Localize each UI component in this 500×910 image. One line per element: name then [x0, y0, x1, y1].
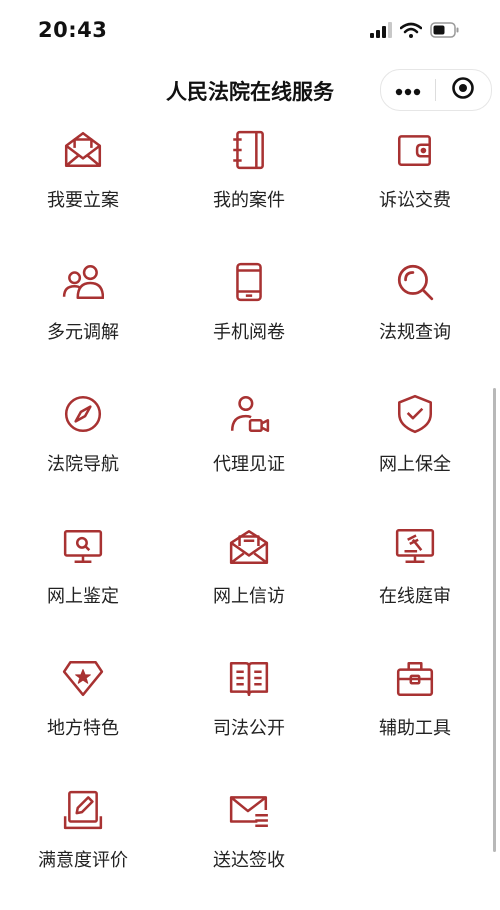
service-grid: 我要立案 我的案件 诉讼交费 多元调解 手机阅卷 法规查询 法院导航 代理见证 …	[0, 118, 500, 910]
service-label: 网上信访	[213, 586, 285, 607]
service-tile-online-trial[interactable]: 在线庭审	[332, 514, 498, 646]
toolbox-icon	[393, 656, 437, 700]
service-label: 司法公开	[213, 718, 285, 739]
more-button[interactable]	[381, 70, 435, 110]
service-tile-filing[interactable]: 我要立案	[0, 118, 166, 250]
close-button[interactable]	[436, 70, 490, 110]
service-label: 网上保全	[379, 454, 451, 475]
notebook-icon	[227, 128, 271, 172]
mini-program-capsule	[380, 69, 492, 111]
open-letter-icon	[227, 524, 271, 568]
search-icon	[393, 260, 437, 304]
service-tile-mobile-review[interactable]: 手机阅卷	[166, 250, 332, 382]
service-label: 满意度评价	[38, 850, 128, 871]
service-label: 在线庭审	[379, 586, 451, 607]
service-label: 代理见证	[213, 454, 285, 475]
status-bar: 20:43	[0, 0, 500, 60]
status-time: 20:43	[38, 18, 108, 42]
battery-icon	[430, 22, 460, 42]
service-tile-my-cases[interactable]: 我的案件	[166, 118, 332, 250]
scrollbar[interactable]	[493, 388, 496, 852]
service-tile-delivery-receipt[interactable]: 送达签收	[166, 778, 332, 910]
service-tile-agent-witness[interactable]: 代理见证	[166, 382, 332, 514]
service-tile-regulation-search[interactable]: 法规查询	[332, 250, 498, 382]
mobile-icon	[227, 260, 271, 304]
service-tile-local-features[interactable]: 地方特色	[0, 646, 166, 778]
shield-check-icon	[393, 392, 437, 436]
service-tile-payment[interactable]: 诉讼交费	[332, 118, 498, 250]
service-label: 法规查询	[379, 322, 451, 343]
star-badge-icon	[61, 656, 105, 700]
wallet-icon	[393, 128, 437, 172]
service-label: 我的案件	[213, 190, 285, 211]
service-label: 网上鉴定	[47, 586, 119, 607]
service-tile-judicial-openness[interactable]: 司法公开	[166, 646, 332, 778]
envelope-case-icon	[61, 128, 105, 172]
status-icons	[370, 22, 460, 42]
edit-doc-icon	[61, 788, 105, 832]
video-person-icon	[227, 392, 271, 436]
service-label: 地方特色	[47, 718, 119, 739]
service-label: 手机阅卷	[213, 322, 285, 343]
service-tile-online-petition[interactable]: 网上信访	[166, 514, 332, 646]
service-label: 多元调解	[47, 322, 119, 343]
more-dots-icon	[395, 81, 421, 100]
wifi-icon	[399, 22, 423, 42]
service-label: 法院导航	[47, 454, 119, 475]
people-icon	[61, 260, 105, 304]
monitor-search-icon	[61, 524, 105, 568]
target-close-icon	[451, 76, 475, 104]
service-tile-online-appraisal[interactable]: 网上鉴定	[0, 514, 166, 646]
service-label: 我要立案	[47, 190, 119, 211]
service-label: 送达签收	[213, 850, 285, 871]
service-tile-online-preservation[interactable]: 网上保全	[332, 382, 498, 514]
service-label: 诉讼交费	[379, 190, 451, 211]
nav-bar: 人民法院在线服务	[0, 62, 500, 118]
service-label: 辅助工具	[379, 718, 451, 739]
mail-list-icon	[227, 788, 271, 832]
service-tile-mediation[interactable]: 多元调解	[0, 250, 166, 382]
compass-icon	[61, 392, 105, 436]
service-tile-court-navigation[interactable]: 法院导航	[0, 382, 166, 514]
open-book-icon	[227, 656, 271, 700]
service-tile-auxiliary-tools[interactable]: 辅助工具	[332, 646, 498, 778]
signal-icon	[370, 22, 392, 42]
service-tile-satisfaction[interactable]: 满意度评价	[0, 778, 166, 910]
monitor-gavel-icon	[393, 524, 437, 568]
